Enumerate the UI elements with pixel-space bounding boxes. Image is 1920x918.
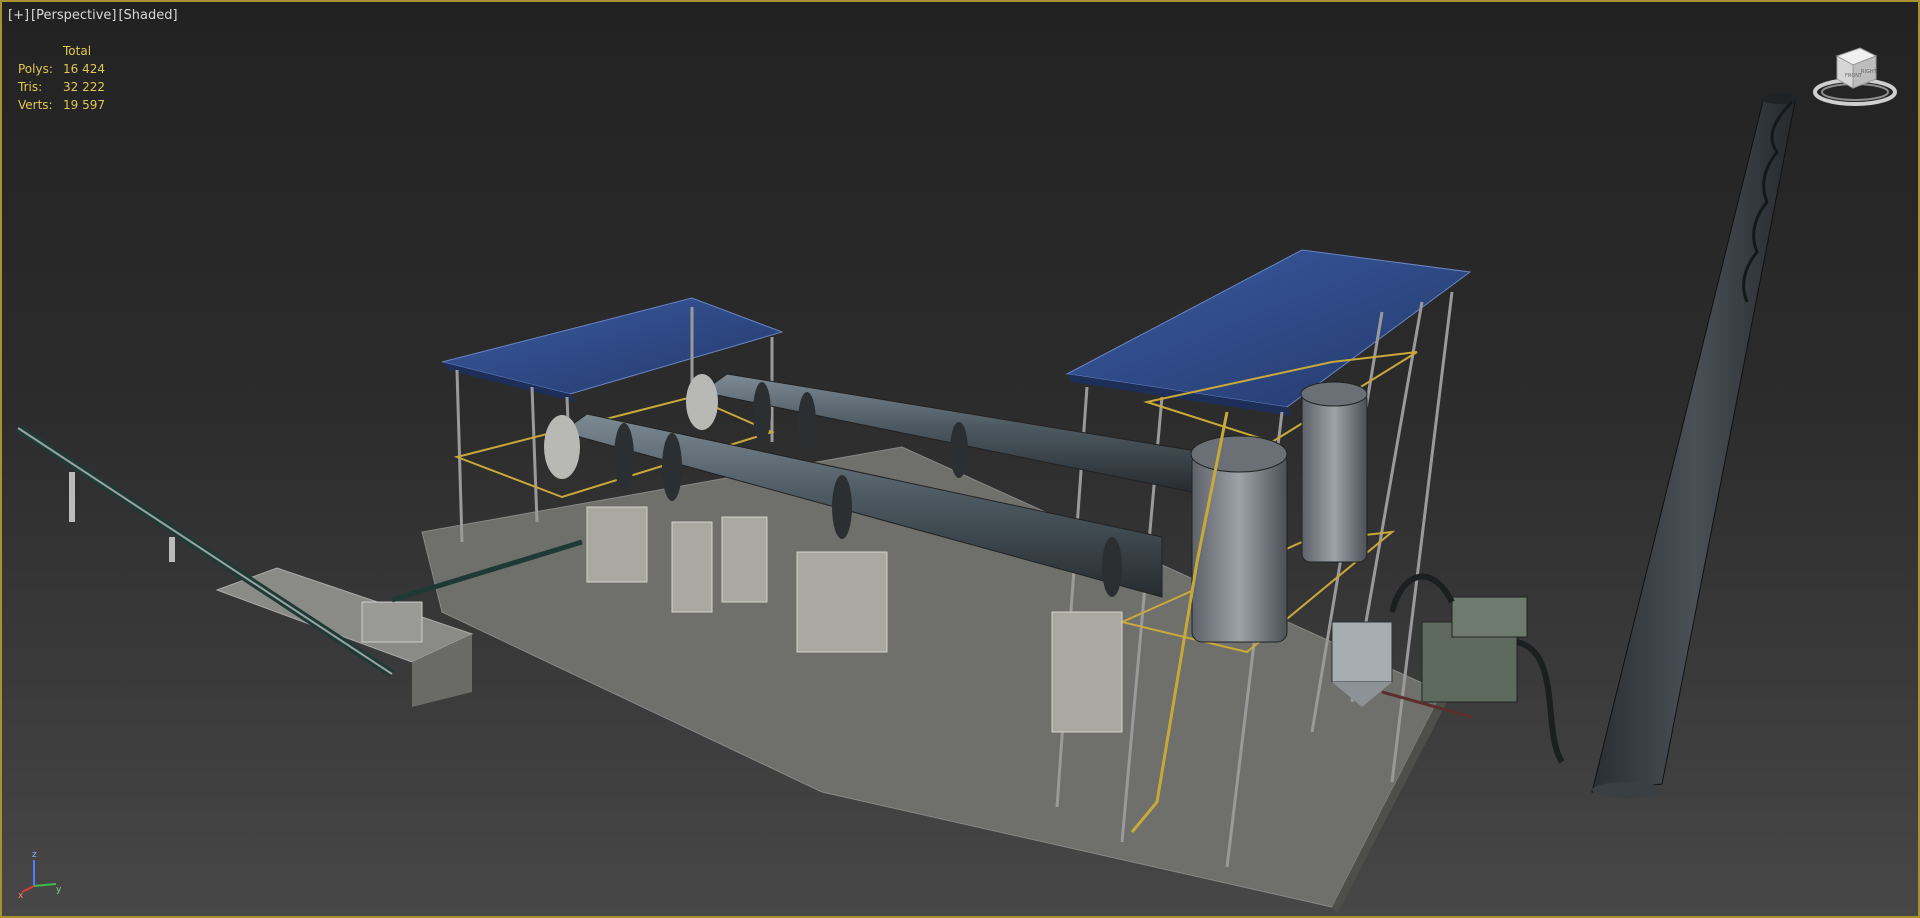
perspective-viewport[interactable]: [+] [Perspective] [Shaded] Total Polys: … xyxy=(0,0,1920,918)
viewport-label: [+] [Perspective] [Shaded] xyxy=(8,8,178,23)
scene-statistics: Total Polys: 16 424 Tris: 32 222 Verts: … xyxy=(18,42,143,114)
scene-3d-model[interactable] xyxy=(2,2,1920,918)
stats-value: 32 222 xyxy=(63,80,105,94)
axis-tripod-icon: z y x xyxy=(18,850,62,898)
stats-value: 19 597 xyxy=(63,98,105,112)
viewcube-right-label[interactable]: RIGHT xyxy=(1861,69,1878,75)
inclined-conveyor xyxy=(15,424,583,707)
chimney-stack xyxy=(1591,94,1798,798)
axis-z-label: z xyxy=(32,850,37,860)
stats-label: Verts: xyxy=(18,98,53,112)
stats-header: Total xyxy=(63,44,92,58)
stats-row-verts: Verts: 19 597 xyxy=(18,96,143,114)
axis-x-label: x xyxy=(18,891,24,898)
viewport-general-menu[interactable]: [+] xyxy=(8,8,29,23)
cooler-tanks xyxy=(1190,381,1368,643)
stats-label: Polys: xyxy=(18,62,53,76)
stats-value: 16 424 xyxy=(63,62,105,76)
viewport-pov-menu[interactable]: [Perspective] xyxy=(31,8,116,23)
viewport-shading-menu[interactable]: [Shaded] xyxy=(118,8,177,23)
stats-row-tris: Tris: 32 222 xyxy=(18,78,143,96)
stats-row-polys: Polys: 16 424 xyxy=(18,60,143,78)
viewcube-icon[interactable]: FRONT RIGHT xyxy=(1812,40,1898,110)
axis-y-label: y xyxy=(56,885,62,895)
stats-label: Tris: xyxy=(18,80,43,94)
